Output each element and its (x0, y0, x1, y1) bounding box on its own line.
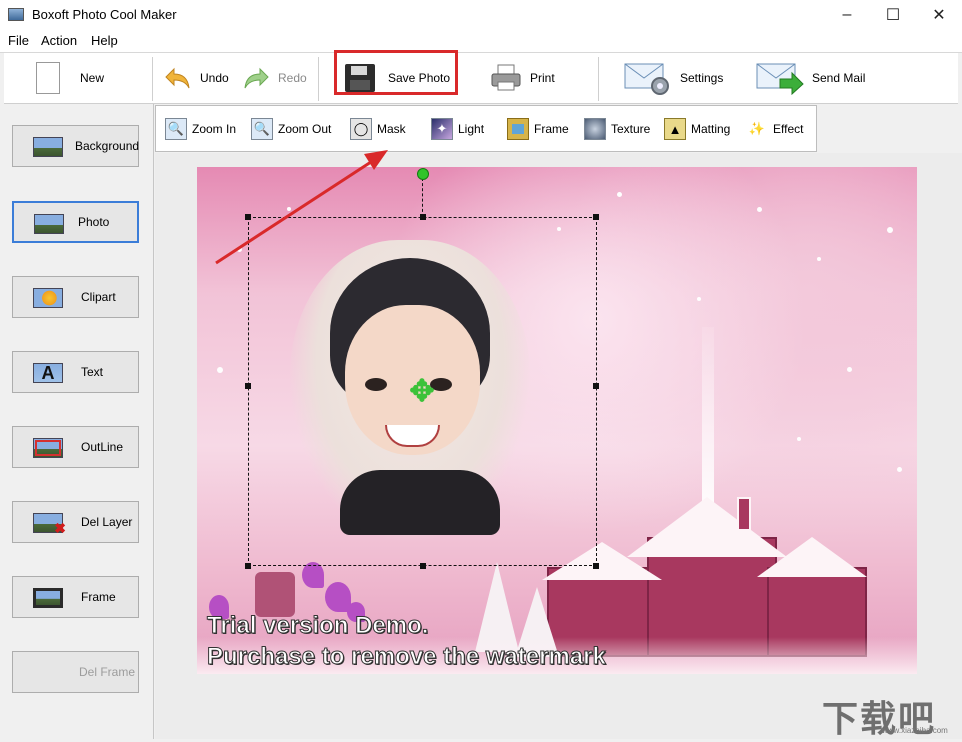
site-url: www.xiazaiba.com (882, 726, 948, 735)
annotation-arrow (215, 150, 388, 265)
